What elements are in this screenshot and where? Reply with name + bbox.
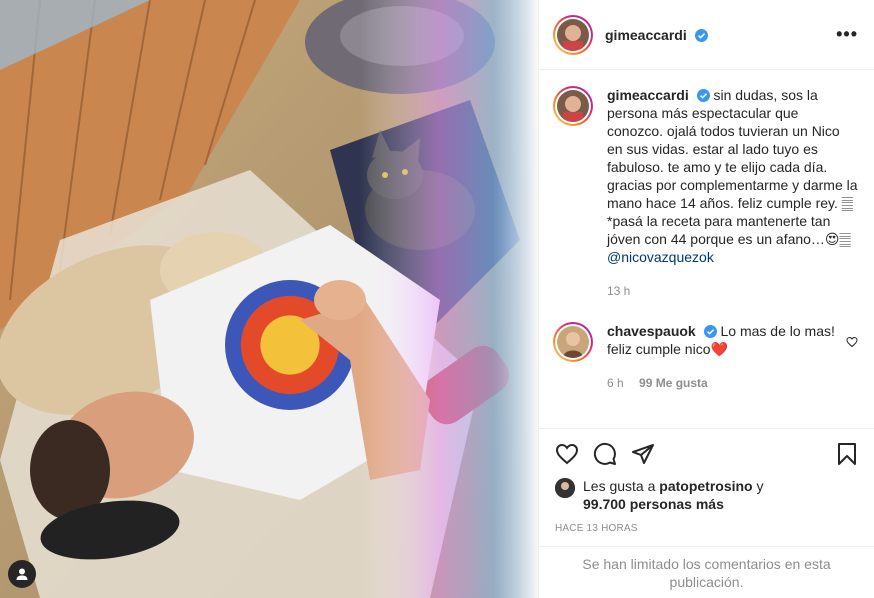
verified-icon — [703, 325, 717, 338]
heart-icon[interactable] — [555, 442, 579, 466]
user-tag-icon — [16, 568, 28, 580]
comment-item: chavespauok Lo mas de lo mas! feliz cump… — [553, 322, 858, 392]
likes-joiner: y — [756, 478, 764, 494]
likes-summary: Les gusta a patopetrosino y 99.700 perso… — [555, 477, 858, 513]
share-icon[interactable] — [631, 442, 655, 466]
caption-text: sin dudas, sos la persona más espectacul… — [607, 87, 858, 247]
bookmark-icon[interactable] — [836, 442, 858, 466]
comments-limited-notice: Se han limitado los comentarios en esta … — [539, 546, 874, 598]
verified-icon — [696, 89, 710, 102]
caption: gimeaccardi sin dudas, sos la persona má… — [553, 86, 858, 300]
liker-username[interactable]: patopetrosino — [659, 478, 752, 494]
heart-icon[interactable] — [846, 336, 858, 348]
author-avatar[interactable] — [553, 14, 593, 55]
commenter-avatar[interactable] — [553, 322, 593, 362]
likes-count[interactable]: 99.700 personas más — [583, 496, 724, 512]
author-username[interactable]: gimeaccardi — [605, 27, 687, 43]
commenter-username[interactable]: chavespauok — [607, 323, 696, 339]
post-actions: Les gusta a patopetrosino y 99.700 perso… — [539, 428, 874, 534]
caption-username[interactable]: gimeaccardi — [607, 87, 689, 103]
comment-time[interactable]: 6 h — [607, 376, 624, 390]
liker-avatar[interactable] — [555, 478, 575, 498]
post-header: gimeaccardi ••• — [539, 0, 874, 70]
comment-likes[interactable]: 99 Me gusta — [639, 376, 708, 390]
verified-icon — [694, 28, 708, 42]
mention-link[interactable]: @nicovazquezok — [607, 249, 714, 265]
likes-prefix: Les gusta a — [583, 478, 656, 494]
post-timestamp[interactable]: HACE 13 HORAS — [555, 523, 858, 534]
post-photo[interactable] — [0, 0, 538, 598]
caption-time[interactable]: 13 h — [607, 284, 630, 298]
instagram-post: gimeaccardi ••• gimeaccardi sin dudas, s… — [0, 0, 874, 598]
comments-section: gimeaccardi sin dudas, sos la persona má… — [539, 70, 874, 428]
caption-avatar[interactable] — [553, 86, 593, 126]
photo-illustration — [0, 0, 538, 598]
user-tag-button[interactable] — [8, 560, 36, 588]
comment-icon[interactable] — [593, 442, 617, 466]
more-options-button[interactable]: ••• — [836, 24, 858, 45]
post-side-panel: gimeaccardi ••• gimeaccardi sin dudas, s… — [538, 0, 874, 598]
